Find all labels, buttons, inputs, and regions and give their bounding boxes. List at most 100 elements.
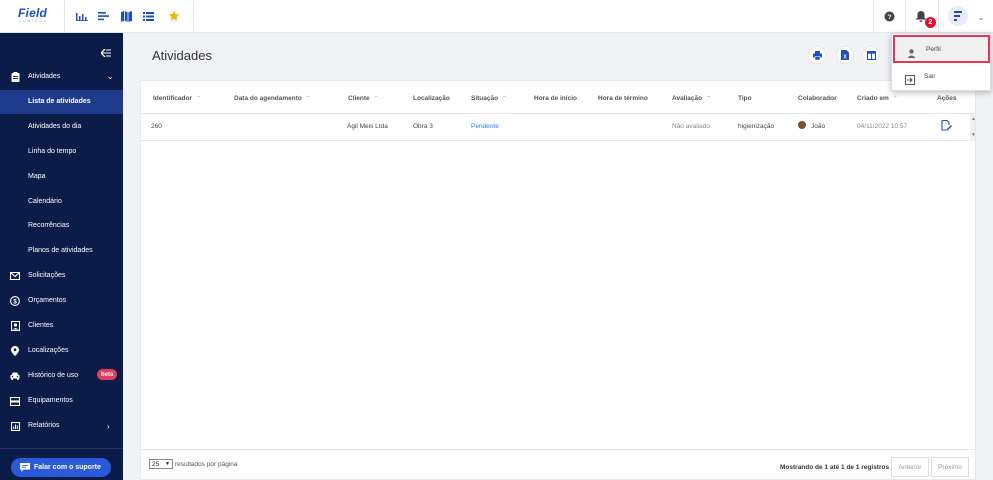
map-icon[interactable] (119, 9, 133, 23)
sidebar-item-historico-de-uso[interactable]: Histórico de uso beta (0, 364, 123, 388)
clipboard-icon (10, 72, 20, 82)
column-header: Hora de início (534, 95, 577, 102)
collapse-sidebar-icon[interactable] (100, 44, 111, 62)
cell-location: Obra 3 (413, 123, 433, 130)
previous-page-button[interactable]: Anterior (891, 457, 929, 477)
records-info: Mostrando de 1 até 1 de 1 registros (780, 464, 890, 471)
list-icon[interactable] (141, 9, 155, 23)
user-menu: Perfil Sair (891, 33, 991, 91)
top-bar: Field CONTROL ? 2 ⌄ (0, 0, 993, 33)
sidebar-item-label: Atividades (28, 73, 61, 80)
cell-rating: Não avaliado (672, 123, 710, 130)
sidebar-item-label: Relatórios (28, 422, 60, 429)
column-header[interactable]: Identificador ⌃ (153, 95, 201, 102)
menu-item-label: Sair (924, 73, 936, 80)
chat-icon (20, 463, 30, 474)
column-header[interactable]: Cliente ⌃ (348, 95, 379, 102)
notification-badge: 2 (925, 17, 936, 28)
sidebar-item-label: Planos de atividades (28, 247, 93, 254)
sidebar-item-label: Linha do tempo (28, 148, 77, 155)
column-header: Hora de término (598, 95, 648, 102)
column-header[interactable]: Avaliação ⌃ (672, 95, 711, 102)
person-icon (907, 45, 916, 63)
sidebar-item-lista-de-atividades[interactable]: Lista de atividades (0, 90, 123, 114)
sidebar-item-equipamentos[interactable]: Equipamentos (0, 389, 123, 413)
mail-icon (10, 271, 20, 281)
column-header: Localização (413, 95, 450, 102)
cell-type: higienização (738, 123, 775, 130)
chevron-down-icon: ⌄ (107, 72, 114, 81)
sidebar-item-planos-de-atividades[interactable]: Planos de atividades (0, 239, 123, 263)
status-link[interactable]: Pendente (471, 123, 499, 130)
cell-id: 260 (151, 123, 162, 130)
divider (905, 0, 906, 33)
edit-icon[interactable] (941, 119, 952, 133)
scroll-down-icon[interactable]: ▼ (971, 132, 976, 138)
divider (0, 448, 123, 449)
menu-item-logout[interactable]: Sair (893, 64, 990, 90)
chevron-down-icon[interactable]: ⌄ (974, 10, 988, 24)
print-button[interactable] (809, 47, 825, 63)
chevron-down-icon: ▼ (165, 461, 170, 467)
sidebar-item-calendario[interactable]: Calendário (0, 190, 123, 214)
next-page-button[interactable]: Próximo (931, 457, 969, 477)
app-logo[interactable]: Field CONTROL (18, 6, 48, 26)
logo-text: Field (18, 6, 48, 20)
sidebar-item-atividades[interactable]: Atividades ⌄ (0, 65, 123, 89)
money-icon: $ (10, 296, 20, 306)
cell-collaborator: João (811, 123, 826, 130)
cell-client: Ágil Meis Ltda (347, 123, 388, 130)
menu-item-profile[interactable]: Perfil (893, 35, 990, 63)
sidebar-item-label: Equipamentos (28, 397, 73, 404)
sidebar-item-linha-do-tempo[interactable]: Linha do tempo (0, 140, 123, 164)
columns-icon[interactable] (863, 47, 879, 63)
sidebar-item-label: Calendário (28, 198, 62, 205)
divider (141, 449, 975, 450)
svg-text:?: ? (887, 13, 891, 20)
sidebar-item-label: Orçamentos (28, 297, 67, 304)
divider (193, 0, 194, 33)
bar-chart-icon[interactable] (75, 9, 89, 23)
per-page-select[interactable]: 25 ▼ (149, 459, 173, 469)
activities-table: Identificador ⌃ Data do agendamento ⌃ Clie… (140, 80, 976, 480)
column-header[interactable]: Data do agendamento ⌃ (234, 95, 311, 102)
sidebar-item-label: Atividades do dia (28, 123, 82, 130)
sidebar-item-label: Clientes (28, 322, 54, 329)
sidebar-item-recorrencias[interactable]: Recorrências (0, 214, 123, 238)
support-button[interactable]: Falar com o suporte (11, 458, 111, 477)
location-pin-icon (10, 346, 20, 356)
per-page-label: resultados por página (175, 461, 238, 468)
divider (938, 0, 939, 33)
sidebar-item-solicitacoes[interactable]: Solicitações (0, 264, 123, 288)
report-icon (10, 421, 20, 431)
scroll-up-icon[interactable]: ▲ (971, 116, 976, 122)
sidebar-item-label: Lista de atividades (28, 98, 91, 105)
divider (64, 0, 65, 33)
column-header: Ações (937, 95, 957, 102)
per-page-value: 25 (152, 460, 160, 468)
sidebar-item-orcamentos[interactable]: $ Orçamentos (0, 289, 123, 313)
cell-created: 04/11/2022 10:57 (857, 123, 908, 130)
sidebar-item-label: Histórico de uso (28, 372, 79, 379)
column-header[interactable]: Situação ⌃ (471, 95, 507, 102)
sidebar-item-mapa[interactable]: Mapa (0, 165, 123, 189)
sidebar-item-label: Localizações (28, 347, 69, 354)
user-avatar-icon[interactable] (948, 6, 968, 26)
sidebar-item-localizacoes[interactable]: Localizações (0, 339, 123, 363)
sidebar-item-label: Solicitações (28, 272, 66, 279)
logo-subtext: CONTROL (19, 19, 48, 23)
help-icon[interactable]: ? (882, 9, 896, 23)
star-icon[interactable] (167, 9, 181, 23)
sidebar-item-label: Recorrências (28, 222, 70, 229)
column-header[interactable]: Criado em ⌃ (857, 95, 898, 102)
sidebar-item-relatorios[interactable]: Relatórios › (0, 414, 123, 438)
sidebar-item-clientes[interactable]: Clientes (0, 314, 123, 338)
table-row[interactable]: 260 Ágil Meis Ltda Obra 3 Pendente Não a… (141, 114, 969, 141)
storage-icon (10, 396, 20, 406)
beta-badge: beta (97, 369, 118, 380)
excel-export-button[interactable]: X (837, 47, 853, 63)
logout-icon (905, 72, 915, 90)
sidebar-item-atividades-do-dia[interactable]: Atividades do dia (0, 115, 123, 139)
contacts-icon (10, 321, 20, 331)
gantt-icon[interactable] (97, 9, 111, 23)
